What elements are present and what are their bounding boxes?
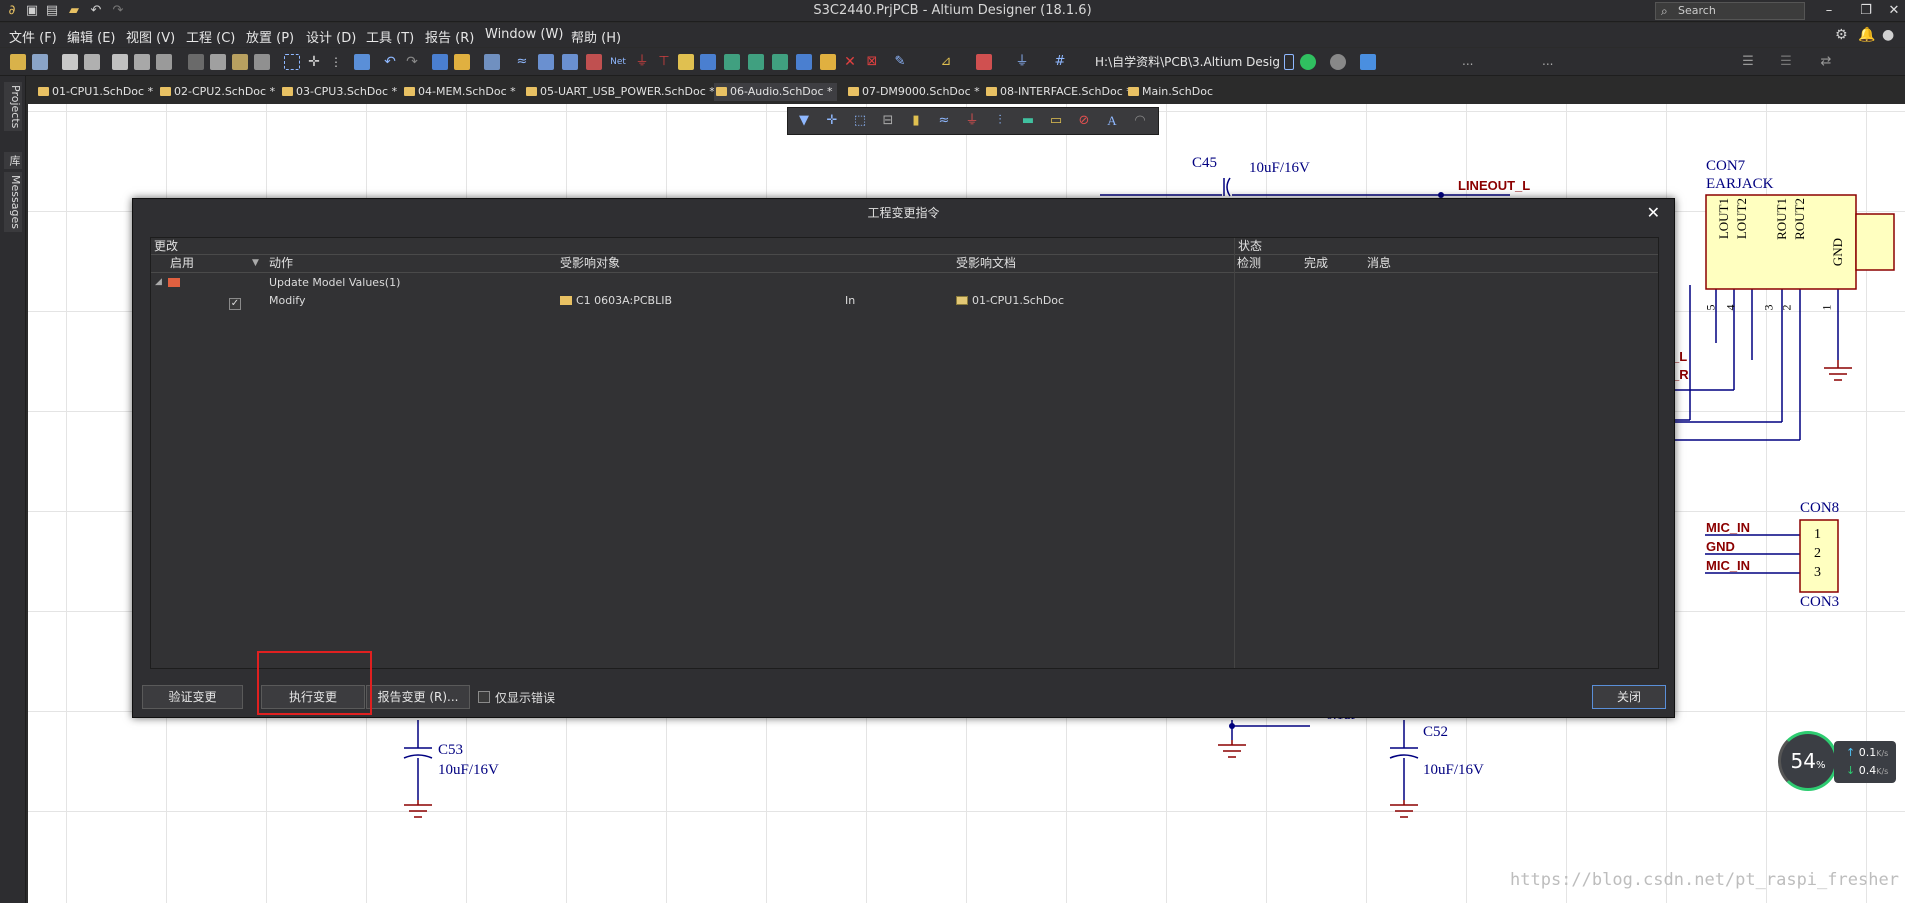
- gauge-percent: 54: [1790, 749, 1816, 773]
- con7-pin-gnd: GND: [1830, 238, 1845, 267]
- active-bar: ▼ ✛ ⬚ ⊟ ▮ ≈ ⏚ ⫶ ▬ ▭ ⊘ A ◠: [787, 107, 1159, 135]
- con7-pin-num: 2: [1779, 304, 1794, 311]
- download-arrow-icon: ↓: [1846, 764, 1856, 777]
- row-direction: In: [845, 294, 856, 307]
- place-part-icon[interactable]: ▮: [908, 113, 924, 129]
- schdoc-icon: [956, 296, 968, 305]
- net-lineout-l[interactable]: LINEOUT_L: [1458, 178, 1530, 193]
- close-dialog-button[interactable]: 关闭: [1592, 685, 1666, 709]
- c53-plate-curved: [403, 754, 433, 759]
- col-affected-object[interactable]: 受影响对象: [560, 255, 620, 271]
- con7-pin-num: 5: [1703, 304, 1718, 311]
- only-errors-checkbox[interactable]: [478, 691, 490, 703]
- sort-down-icon[interactable]: ▼: [252, 255, 259, 271]
- col-check[interactable]: 检测: [1237, 255, 1261, 271]
- col-enable[interactable]: 启用: [170, 255, 194, 271]
- cpu-gauge: 54%: [1778, 731, 1838, 791]
- divider: [151, 272, 1658, 273]
- harness-icon[interactable]: ▬: [1020, 113, 1036, 129]
- con8-designator[interactable]: CON8: [1800, 500, 1839, 517]
- c53-designator[interactable]: C53: [438, 742, 463, 759]
- con7-designator[interactable]: CON7: [1706, 158, 1745, 175]
- con7-pin-num: 1: [1819, 304, 1834, 311]
- group-header-status: 状态: [1238, 239, 1263, 253]
- no-erc-icon[interactable]: ⊘: [1076, 113, 1092, 129]
- c52-value[interactable]: 10uF/16V: [1423, 762, 1484, 779]
- net-mic-in-2[interactable]: MIC_IN: [1706, 558, 1750, 573]
- table-row[interactable]: ✓ Modify C1 0603A:PCBLIB In 01-CPU1.SchD…: [151, 292, 1241, 311]
- col-action[interactable]: 动作: [269, 255, 293, 271]
- col-message[interactable]: 消息: [1367, 255, 1391, 271]
- divider: [151, 254, 1658, 255]
- con8-pin-num: 2: [1814, 546, 1821, 561]
- arc-icon[interactable]: ◠: [1132, 113, 1148, 129]
- row-object: C1 0603A:PCBLIB: [560, 292, 672, 309]
- text-icon[interactable]: A: [1104, 113, 1120, 129]
- align-icon[interactable]: ⊟: [880, 113, 896, 129]
- check-mark: ✓: [229, 298, 241, 310]
- expand-collapse-icon[interactable]: ◢: [155, 274, 162, 291]
- filter-icon[interactable]: ▼: [796, 113, 812, 129]
- row-action: Modify: [269, 294, 306, 307]
- con8-pin-num: 3: [1814, 565, 1821, 580]
- eco-grid: 更改 状态 启用 ▼ 动作 受影响对象 受影响文档 检测 完成 消息 ◢ Upd…: [150, 237, 1659, 669]
- watermark-text: https://blog.csdn.net/pt_raspi_fresher: [1510, 870, 1899, 890]
- row-object-label: C1 0603A:PCBLIB: [576, 294, 672, 307]
- con7-jack: [1855, 213, 1895, 271]
- gnd-power-icon[interactable]: ⏚: [964, 113, 980, 129]
- folder-icon: [560, 296, 572, 305]
- row-document: 01-CPU1.SchDoc: [956, 292, 1064, 309]
- con3-comment[interactable]: CON3: [1800, 594, 1839, 611]
- con7-pin-lout2: LOUT2: [1734, 198, 1749, 240]
- net-mic-in-1[interactable]: MIC_IN: [1706, 520, 1750, 535]
- c45-plate-curved: [1226, 177, 1231, 197]
- dialog-title: 工程变更指令: [867, 206, 940, 220]
- port-icon[interactable]: ▭: [1048, 113, 1064, 129]
- gauge-percent-sign: %: [1815, 760, 1826, 771]
- group-header-change: 更改: [154, 239, 179, 253]
- c53-value[interactable]: 10uF/16V: [438, 762, 499, 779]
- download-unit: K/s: [1876, 767, 1889, 776]
- bus-entry-icon[interactable]: ⫶: [992, 113, 1008, 129]
- highlight-annotation: [257, 651, 372, 715]
- table-row-group[interactable]: ◢ Update Model Values(1): [151, 274, 1241, 291]
- wire-icon[interactable]: ≈: [936, 113, 952, 129]
- speed-readout: ↑ 0.1K/s ↓ 0.4K/s: [1834, 741, 1896, 783]
- row-document-label: 01-CPU1.SchDoc: [972, 294, 1065, 307]
- only-errors-label: 仅显示错误: [495, 691, 556, 705]
- c52-designator[interactable]: C52: [1423, 724, 1448, 741]
- upload-speed: 0.1: [1858, 746, 1877, 759]
- con8-pin-num: 1: [1814, 527, 1821, 542]
- c52-plate-curved: [1389, 754, 1419, 759]
- select-rect-icon[interactable]: ⬚: [852, 113, 868, 129]
- folder-icon: [168, 274, 184, 291]
- network-speed-widget[interactable]: 54% ↑ 0.1K/s ↓ 0.4K/s: [1778, 731, 1898, 791]
- validate-changes-button[interactable]: 验证变更: [142, 685, 243, 709]
- junction: [1229, 723, 1235, 729]
- con7-comment[interactable]: EARJACK: [1706, 176, 1774, 193]
- group-label: Update Model Values(1): [269, 276, 401, 289]
- c45-designator[interactable]: C45: [1192, 155, 1217, 172]
- net-gnd[interactable]: GND: [1706, 539, 1735, 554]
- col-done[interactable]: 完成: [1304, 255, 1328, 271]
- con7-pin-lout1: LOUT1: [1716, 198, 1731, 240]
- enable-checkbox[interactable]: ✓: [229, 294, 241, 311]
- col-affected-doc[interactable]: 受影响文档: [956, 255, 1016, 271]
- con7-pin-num: 3: [1761, 304, 1776, 311]
- c45-value[interactable]: 10uF/16V: [1249, 160, 1310, 177]
- engineering-change-order-dialog: 工程变更指令 ✕ 更改 状态 启用 ▼ 动作 受影响对象 受影响文档 检测 完成…: [132, 198, 1675, 718]
- con7-pin-num: 4: [1723, 304, 1738, 311]
- con7-pin-rout1: ROUT1: [1774, 198, 1789, 240]
- con7-pin-rout2: ROUT2: [1792, 198, 1807, 240]
- move-cross-icon[interactable]: ✛: [824, 113, 840, 129]
- dialog-close-icon[interactable]: ✕: [1647, 203, 1660, 222]
- upload-unit: K/s: [1876, 749, 1889, 758]
- report-changes-button[interactable]: 报告变更 (R)...: [366, 685, 470, 709]
- upload-arrow-icon: ↑: [1846, 746, 1856, 759]
- download-speed: 0.4: [1858, 764, 1877, 777]
